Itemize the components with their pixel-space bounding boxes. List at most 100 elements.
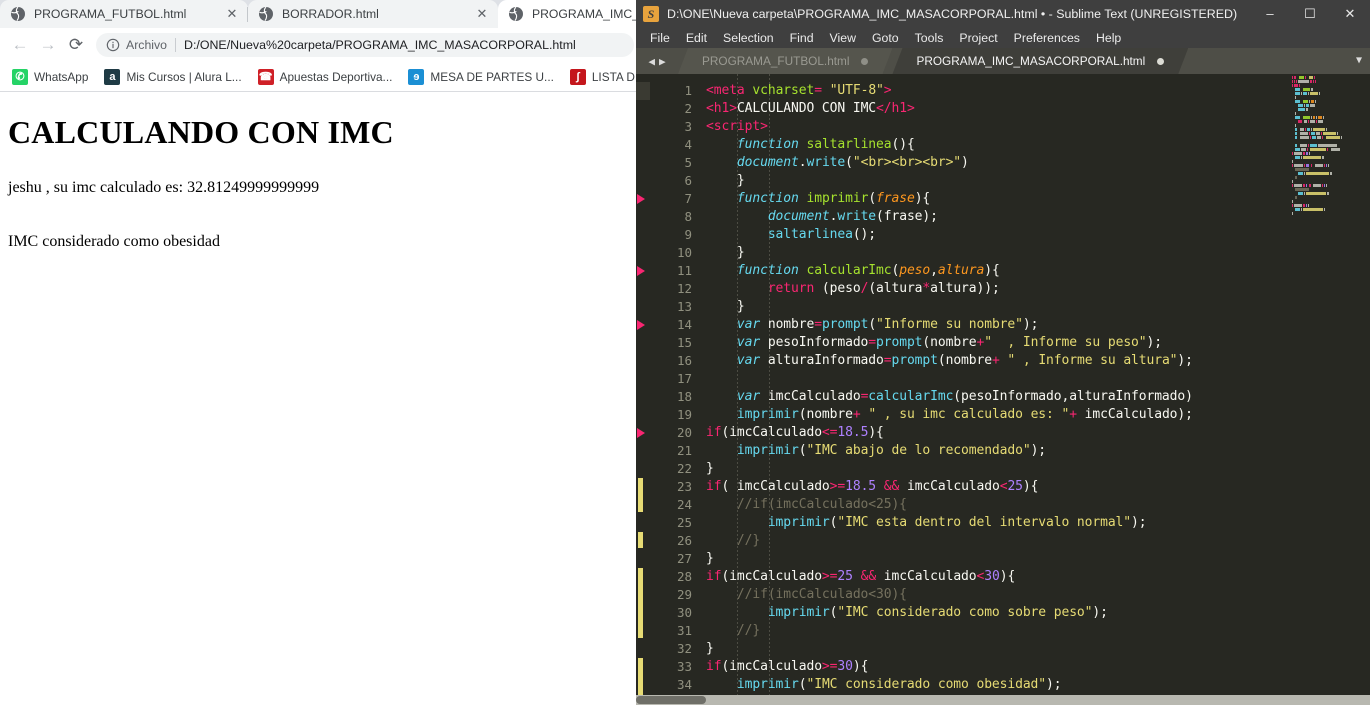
- code-line[interactable]: var alturaInformado=prompt(nombre+ " , I…: [706, 352, 1193, 370]
- code-token: document: [736, 155, 799, 170]
- minimap-token: [1318, 116, 1323, 119]
- scrollbar-thumb[interactable]: [636, 696, 706, 704]
- code-fold-marker-icon[interactable]: [637, 320, 645, 330]
- editor-tab[interactable]: PROGRAMA_IMC_MASACORPORAL.html: [892, 48, 1188, 74]
- code-line[interactable]: imprimir("IMC considerado como obesidad"…: [706, 676, 1062, 694]
- code-fold-marker-icon[interactable]: [637, 266, 645, 276]
- bookmark-item[interactable]: ∫ LISTA D: [562, 67, 640, 87]
- code-line[interactable]: }: [706, 244, 745, 262]
- bookmark-item[interactable]: ɘ MESA DE PARTES U...: [400, 67, 561, 87]
- code-token: );: [1030, 443, 1047, 458]
- minimap-indent: [1292, 148, 1294, 151]
- code-editor-area[interactable]: <meta vcharset= "UTF-8"> <h1>CALCULANDO C…: [700, 74, 1290, 705]
- code-line[interactable]: //if(imcCalculado<25){: [706, 496, 907, 514]
- code-token: "IMC considerado como sobre peso": [837, 605, 1093, 620]
- editor-tab[interactable]: PROGRAMA_FUTBOL.html: [678, 48, 892, 74]
- tab-overflow-icon[interactable]: ▼: [1356, 55, 1362, 66]
- browser-tab[interactable]: PROGRAMA_FUTBOL.html ✕: [0, 0, 248, 28]
- maximize-button[interactable]: ☐: [1290, 0, 1330, 27]
- code-line[interactable]: var nombre=prompt("Informe su nombre");: [706, 316, 1039, 334]
- code-line[interactable]: imprimir("IMC esta dentro del intervalo …: [706, 514, 1147, 532]
- code-token: prompt: [821, 317, 869, 332]
- minimap-token: [1306, 164, 1309, 167]
- code-line[interactable]: <h1>CALCULANDO CON IMC</h1>: [706, 100, 915, 118]
- forward-button[interactable]: →: [34, 31, 62, 59]
- url-text[interactable]: D:/ONE/Nueva%20carpeta/PROGRAMA_IMC_MASA…: [184, 38, 576, 52]
- browser-tab[interactable]: PROGRAMA_IMC_MA: [498, 0, 640, 28]
- minimap-token: [1295, 208, 1301, 211]
- line-number: 24: [676, 497, 692, 512]
- bookmark-item[interactable]: ✆ WhatsApp: [4, 67, 96, 87]
- menu-item-project[interactable]: Project: [951, 31, 1005, 45]
- browser-tab[interactable]: BORRADOR.html ✕: [248, 0, 498, 28]
- code-line[interactable]: var imcCalculado=calcularImc(pesoInforma…: [706, 388, 1193, 406]
- code-line[interactable]: imprimir("IMC abajo de lo recomendado");: [706, 442, 1046, 460]
- code-line[interactable]: //}: [706, 532, 760, 550]
- back-button[interactable]: ←: [6, 31, 34, 59]
- code-line[interactable]: function saltarlinea(){: [706, 136, 915, 154]
- menu-item-file[interactable]: File: [642, 31, 678, 45]
- code-line[interactable]: <meta vcharset= "UTF-8">: [706, 82, 892, 100]
- menu-item-help[interactable]: Help: [1088, 31, 1129, 45]
- menu-item-goto[interactable]: Goto: [864, 31, 907, 45]
- bookmark-favicon-icon: ☎: [257, 68, 274, 85]
- code-fold-marker-icon[interactable]: [637, 428, 645, 438]
- code-line[interactable]: }: [706, 298, 745, 316]
- tab-close-icon[interactable]: ✕: [474, 6, 490, 22]
- menu-item-view[interactable]: View: [822, 31, 864, 45]
- code-line[interactable]: //}: [706, 622, 760, 640]
- fold-marker-column[interactable]: [636, 74, 650, 705]
- code-line[interactable]: }: [706, 640, 714, 658]
- code-token: h1: [891, 101, 908, 116]
- reload-button[interactable]: ⟳: [62, 31, 90, 59]
- bookmark-item[interactable]: a Mis Cursos | Alura L...: [96, 67, 249, 87]
- menu-item-find[interactable]: Find: [782, 31, 822, 45]
- code-fold-marker-icon[interactable]: [637, 194, 645, 204]
- minimize-button[interactable]: –: [1250, 0, 1290, 27]
- code-token: (: [868, 191, 877, 206]
- line-number: 23: [676, 479, 692, 494]
- minimap-line: [1292, 152, 1370, 155]
- info-circle-icon[interactable]: [106, 38, 120, 52]
- code-line[interactable]: if(imcCalculado<=18.5){: [706, 424, 884, 442]
- tab-close-icon[interactable]: ✕: [224, 6, 240, 22]
- code-line[interactable]: if( imcCalculado>=18.5 && imcCalculado<2…: [706, 478, 1038, 496]
- tab-next-icon[interactable]: ▶: [659, 55, 666, 68]
- bookmark-item[interactable]: ☎ Apuestas Deportiva...: [250, 67, 401, 87]
- code-line[interactable]: imprimir(nombre+ " , su imc calculado es…: [706, 406, 1193, 424]
- minimap-token: [1315, 100, 1317, 103]
- tab-nav-arrows[interactable]: ◀ ▶: [636, 48, 678, 74]
- line-number: 28: [676, 569, 692, 584]
- code-line[interactable]: var pesoInformado=prompt(nombre+" , Info…: [706, 334, 1162, 352]
- code-line[interactable]: <script>: [706, 118, 768, 136]
- menu-item-selection[interactable]: Selection: [715, 31, 782, 45]
- code-line[interactable]: return (peso/(altura*altura));: [706, 280, 1000, 298]
- code-line[interactable]: function imprimir(frase){: [706, 190, 930, 208]
- code-token: //if(imcCalculado<30){: [736, 587, 907, 602]
- code-minimap[interactable]: [1290, 74, 1370, 705]
- code-line[interactable]: saltarlinea();: [706, 226, 876, 244]
- code-line[interactable]: imprimir("IMC considerado como sobre pes…: [706, 604, 1108, 622]
- code-line[interactable]: }: [706, 172, 745, 190]
- code-line[interactable]: //if(imcCalculado<30){: [706, 586, 907, 604]
- code-line[interactable]: function calcularImc(peso,altura){: [706, 262, 1000, 280]
- code-token: (peso: [814, 281, 861, 296]
- tab-prev-icon[interactable]: ◀: [648, 55, 655, 68]
- code-line[interactable]: document.write("<br><br><br>"): [706, 154, 969, 172]
- address-bar[interactable]: Archivo D:/ONE/Nueva%20carpeta/PROGRAMA_…: [96, 33, 634, 57]
- horizontal-scrollbar[interactable]: [636, 695, 1370, 705]
- code-line[interactable]: }: [706, 550, 714, 568]
- code-line[interactable]: document.write(frase);: [706, 208, 938, 226]
- code-line[interactable]: }: [706, 460, 714, 478]
- code-line[interactable]: if(imcCalculado>=30){: [706, 658, 868, 676]
- close-button[interactable]: ✕: [1330, 0, 1370, 27]
- minimap-line: [1292, 188, 1370, 191]
- menu-item-preferences[interactable]: Preferences: [1006, 31, 1088, 45]
- menu-item-edit[interactable]: Edit: [678, 31, 715, 45]
- code-line[interactable]: if(imcCalculado>=25 && imcCalculado<30){: [706, 568, 1015, 586]
- menu-item-tools[interactable]: Tools: [907, 31, 952, 45]
- code-token: frase: [876, 191, 915, 206]
